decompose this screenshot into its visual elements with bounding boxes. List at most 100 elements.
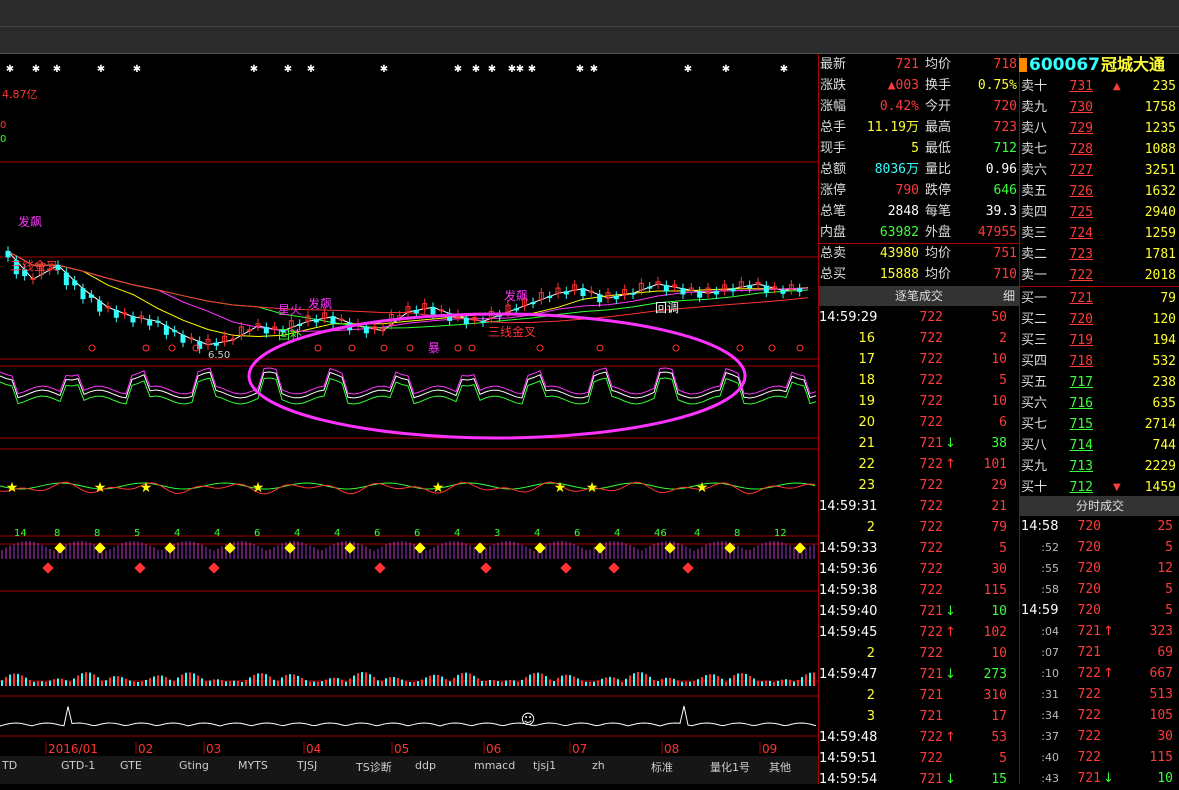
stock-name: 冠城大通	[1101, 55, 1166, 74]
star-marker: ✱	[472, 64, 480, 75]
indicator-tab[interactable]: 其他	[769, 759, 791, 774]
smile-icon: ☺	[521, 712, 536, 728]
trade-row: 2 721 310	[866, 688, 1007, 703]
stat-row: 涨停 790 跌停 646	[820, 183, 1017, 198]
candle-body	[80, 288, 86, 300]
candle-body	[663, 285, 669, 292]
indicator-tab[interactable]: MYTS	[238, 759, 268, 773]
star-icon: ★	[696, 480, 709, 496]
candle-body	[172, 330, 178, 333]
stock-code: 600067	[1029, 55, 1100, 75]
trade-row: 16 722 2	[858, 331, 1007, 346]
indicator-tab[interactable]: 标准	[651, 759, 673, 774]
count-label: 5	[134, 528, 140, 539]
indicator-tab[interactable]: Gting	[179, 759, 209, 773]
indicator-tab[interactable]: TD	[2, 759, 17, 773]
trade-row: 19 722 10	[858, 394, 1007, 409]
star-marker: ✱	[576, 64, 584, 75]
date-label: 08	[664, 742, 679, 756]
kline-chart-area[interactable]: ✱ ✱ ✱ ✱ ✱ ✱ ✱ ✱ ✱ ✱ ✱ ✱ ✱ ✱ ✱ ✱ ✱ ✱ ✱ ✱4.87亿006.50发飙星火 发飙回补发…	[0, 54, 818, 756]
minute-header[interactable]: 分时成交	[1020, 496, 1179, 516]
stat-row: 总笔 2848 每笔 39.3	[820, 204, 1017, 219]
date-label: 03	[206, 742, 221, 756]
indicator-tab[interactable]: tjsj1	[533, 759, 556, 773]
ma-line	[7, 250, 809, 346]
candle-body	[780, 290, 786, 294]
candle-body	[330, 316, 336, 325]
indicator-tab[interactable]: ddp	[415, 759, 436, 773]
order-book-row: 买六 716 635	[1021, 396, 1176, 411]
count-label: 8	[734, 528, 740, 539]
candle-body	[530, 302, 536, 305]
candle-body	[213, 342, 219, 346]
diamond-marker	[134, 562, 146, 574]
signal-annotation: 暴	[428, 341, 440, 355]
up-arrow-icon: ↑	[945, 457, 956, 472]
candle-body	[597, 294, 603, 303]
count-label: 3	[494, 528, 500, 539]
trade-row: :07 721 69	[1041, 645, 1173, 660]
indicator-tab[interactable]: TJSJ	[297, 759, 317, 773]
candle-body	[630, 292, 636, 295]
signal-annotation: 三线金叉	[10, 258, 58, 273]
signal-dot	[88, 344, 96, 352]
signal-annotation: 三线金叉	[488, 324, 536, 339]
count-label: 14	[14, 528, 27, 539]
candle-body	[122, 312, 128, 315]
trade-row: :10 722 ↑ 667	[1041, 666, 1173, 681]
order-book-row: 买九 713 2229	[1021, 459, 1176, 474]
signal-dot	[314, 344, 322, 352]
diamond-marker	[682, 562, 694, 574]
detail-button[interactable]: 细	[1003, 286, 1015, 306]
indicator-tab[interactable]: zh	[592, 759, 605, 773]
signal-dot	[768, 344, 776, 352]
candle-body	[188, 337, 194, 340]
order-book-row: 卖六 727 3251	[1021, 163, 1176, 178]
indicator-tab[interactable]: GTE	[120, 759, 142, 773]
tick-header[interactable]: 逐笔成交细	[819, 286, 1019, 306]
candle-body	[147, 319, 153, 326]
indicator-tab[interactable]: 量化1号	[710, 759, 750, 774]
indicator-tab[interactable]: mmacd	[474, 759, 515, 773]
order-book-row: 买三 719 194	[1021, 333, 1176, 348]
star-marker: ✱	[454, 64, 462, 75]
order-book-row: 买五 717 238	[1021, 375, 1176, 390]
order-book-row: 买十 712 ▼ 1459	[1021, 480, 1176, 495]
candle-body	[163, 325, 169, 335]
indicator-tab[interactable]: TS诊断	[356, 759, 392, 774]
trade-row: 14:59:45 722 ↑ 102	[819, 625, 1007, 640]
indicator-tab[interactable]: GTD-1	[61, 759, 95, 773]
stat-row: 现手 5 最低 712	[820, 141, 1017, 156]
quote-panel: 最新 721 均价 718 涨跌 ▲003 换手 0.75% 涨幅 0.42% 今开 720 总手 11.…	[818, 54, 1179, 787]
count-label: 4	[174, 528, 180, 539]
indicator-line	[0, 377, 817, 405]
candle-body	[180, 334, 186, 343]
star-marker: ✱	[780, 64, 788, 75]
stat-row: 内盘 63982 外盘 47955	[820, 225, 1017, 240]
star-icon: ★	[94, 480, 107, 496]
date-label: 07	[572, 742, 587, 756]
oscillator-line	[0, 705, 817, 727]
diamond-marker	[208, 562, 220, 574]
axis-label: 0	[0, 134, 6, 145]
count-label: 4	[694, 528, 700, 539]
trade-row: 17 722 10	[858, 352, 1007, 367]
order-book-row: 卖七 728 1088	[1021, 142, 1176, 157]
order-book-row: 卖九 730 1758	[1021, 100, 1176, 115]
down-arrow-icon: ↓	[945, 604, 956, 619]
up-arrow-icon: ↑	[1103, 666, 1114, 681]
trade-row: 14:59:47 721 ↓ 273	[819, 667, 1007, 682]
candle-body	[155, 320, 161, 323]
order-book-row: 卖一 722 2018	[1021, 268, 1176, 283]
count-label: 4	[294, 528, 300, 539]
candle-body	[363, 327, 369, 334]
count-label: 8	[94, 528, 100, 539]
diamond-marker	[374, 562, 386, 574]
signal-annotation: 发飙	[308, 296, 332, 311]
candle-body	[297, 323, 303, 326]
trade-row: 14:59:29 722 50	[819, 310, 1007, 325]
signal-annotation: 回调	[655, 301, 679, 315]
indicator-tab-bar: TD GTD-1 GTE Gting MYTS TJSJ TS诊断 ddp mmacd tjsj1…	[0, 756, 818, 784]
candle-body	[563, 291, 569, 295]
stat-row: 最新 721 均价 718	[820, 57, 1017, 72]
